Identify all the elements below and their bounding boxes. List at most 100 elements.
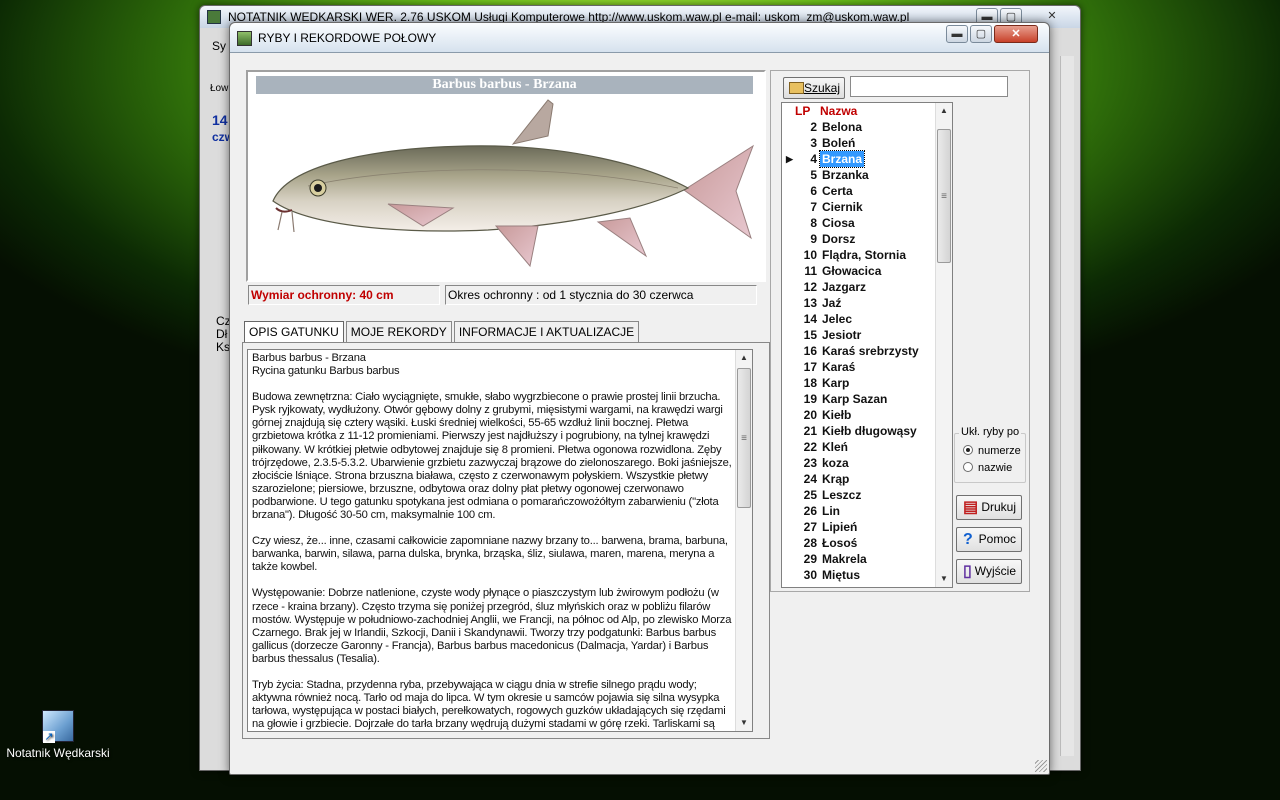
list-item-name: Makrela: [822, 552, 867, 566]
desktop-shortcut[interactable]: Notatnik Wędkarski: [2, 710, 114, 760]
scroll-up-icon[interactable]: ▲: [936, 103, 952, 119]
sort-legend: Ukł. ryby po: [959, 426, 1022, 438]
fish-illustration: [272, 99, 754, 268]
tab-bar: OPIS GATUNKU MOJE REKORDY INFORMACJE I A…: [244, 321, 641, 344]
sort-by-number-radio[interactable]: numerze: [963, 444, 1021, 458]
list-item[interactable]: 30 Miętus: [782, 567, 936, 583]
list-item[interactable]: 27 Lipień: [782, 519, 936, 535]
list-item-number: 21: [803, 424, 817, 438]
list-item-number: 17: [803, 360, 817, 374]
tab-info-updates[interactable]: INFORMACJE I AKTUALIZACJE: [453, 321, 640, 343]
tab-species-description[interactable]: OPIS GATUNKU: [244, 321, 344, 344]
list-item[interactable]: 22 Kleń: [782, 439, 936, 455]
list-item[interactable]: 3 Boleń: [782, 135, 936, 151]
list-item[interactable]: 25 Leszcz: [782, 487, 936, 503]
radio-checked-icon: [963, 445, 973, 455]
search-button[interactable]: Szukaj: [783, 77, 845, 99]
exit-button[interactable]: ▯ Wyjście: [956, 559, 1022, 584]
list-item-number: 10: [803, 248, 817, 262]
description-textbox[interactable]: Barbus barbus - Brzana Rycina gatunku Ba…: [247, 349, 753, 732]
scroll-up-icon[interactable]: ▲: [736, 350, 752, 366]
description-paragraph: Tryb życia: Stadna, przydenna ryba, prze…: [252, 678, 726, 731]
list-item-number: 14: [803, 312, 817, 326]
list-item[interactable]: 28 Łosoś: [782, 535, 936, 551]
list-item[interactable]: 26 Lin: [782, 503, 936, 519]
description-panel: Barbus barbus - Brzana Rycina gatunku Ba…: [242, 342, 770, 739]
scroll-down-icon[interactable]: ▼: [936, 571, 952, 587]
fish-list[interactable]: LP Nazwa ▲ ≡ ▼ 2 Belona 3 Boleń ▶ 4 Brzana 5 Brz…: [781, 102, 953, 588]
bg-toolbar-fragment[interactable]: Łow: [210, 83, 228, 94]
list-item[interactable]: 5 Brzanka: [782, 167, 936, 183]
list-item[interactable]: 20 Kiełb: [782, 407, 936, 423]
description-scrollbar[interactable]: ▲ ≡ ▼: [735, 350, 752, 731]
bg-label-fragment: Dł: [216, 327, 228, 341]
list-item-number: 12: [803, 280, 817, 294]
scroll-down-icon[interactable]: ▼: [736, 715, 752, 731]
list-item-name: Jaź: [822, 296, 842, 310]
list-item-name: Dorsz: [822, 232, 856, 246]
list-item-name: Boleń: [822, 136, 856, 150]
list-item[interactable]: 11 Głowacica: [782, 263, 936, 279]
header-lp: LP: [795, 104, 811, 118]
sort-by-name-radio[interactable]: nazwie: [963, 461, 1012, 475]
closed-season-label: Okres ochronny : od 1 stycznia do 30 cze…: [445, 285, 757, 305]
list-item[interactable]: 24 Krąp: [782, 471, 936, 487]
list-item[interactable]: 7 Ciernik: [782, 199, 936, 215]
list-item-number: 4: [810, 152, 817, 166]
resize-grip-icon[interactable]: [1035, 760, 1047, 772]
list-item-name: Łosoś: [822, 536, 858, 550]
fish-records-window[interactable]: RYBY I REKORDOWE POŁOWY ▬ ▢ ✕ Barbus bar…: [229, 22, 1050, 775]
scroll-thumb[interactable]: ≡: [737, 368, 751, 508]
window-titlebar: RYBY I REKORDOWE POŁOWY ▬ ▢ ✕: [230, 23, 1049, 53]
list-item[interactable]: 13 Jaź: [782, 295, 936, 311]
list-item-name: Ciernik: [822, 200, 863, 214]
list-item[interactable]: ▶ 4 Brzana: [782, 150, 936, 168]
list-item-name: Kiełb długowąsy: [822, 424, 917, 438]
list-item-name: Karaś: [822, 360, 856, 374]
exit-button-label: Wyjście: [974, 564, 1016, 578]
list-item[interactable]: 12 Jazgarz: [782, 279, 936, 295]
list-item[interactable]: 9 Dorsz: [782, 231, 936, 247]
list-item-number: 15: [803, 328, 817, 342]
list-item[interactable]: 2 Belona: [782, 119, 936, 135]
list-item-name: Lipień: [822, 520, 858, 534]
list-item-name: Jazgarz: [822, 280, 867, 294]
list-item[interactable]: 10 Flądra, Stornia: [782, 247, 936, 263]
list-item[interactable]: 23 koza: [782, 455, 936, 471]
scroll-thumb[interactable]: ≡: [937, 129, 951, 263]
window-title: RYBY I REKORDOWE POŁOWY: [258, 31, 437, 45]
list-item[interactable]: 29 Makrela: [782, 551, 936, 567]
list-item-number: 16: [803, 344, 817, 358]
list-item-name: Miętus: [822, 568, 861, 582]
close-button[interactable]: ✕: [994, 25, 1038, 43]
list-item-number: 27: [803, 520, 817, 534]
list-item[interactable]: 15 Jesiotr: [782, 327, 936, 343]
print-button[interactable]: ▤ Drukuj: [956, 495, 1022, 520]
bg-menu-fragment[interactable]: Sy: [212, 39, 226, 53]
help-icon: ?: [963, 531, 973, 548]
list-item[interactable]: 14 Jelec: [782, 311, 936, 327]
list-scrollbar[interactable]: ▲ ≡ ▼: [935, 103, 952, 587]
fish-list-panel: Szukaj LP Nazwa ▲ ≡ ▼ 2 Belona 3 Boleń ▶ 4 Brz…: [770, 70, 1030, 592]
list-item-number: 20: [803, 408, 817, 422]
list-item[interactable]: 16 Karaś srebrzysty: [782, 343, 936, 359]
bg-scrollbar[interactable]: [1060, 56, 1074, 756]
list-item[interactable]: 6 Certa: [782, 183, 936, 199]
radio-unchecked-icon: [963, 462, 973, 472]
help-button[interactable]: ? Pomoc: [956, 527, 1022, 552]
list-item-number: 5: [810, 168, 817, 182]
tab-my-records[interactable]: MOJE REKORDY: [345, 321, 452, 343]
list-item[interactable]: 8 Ciosa: [782, 215, 936, 231]
list-item[interactable]: 17 Karaś: [782, 359, 936, 375]
list-item[interactable]: 18 Karp: [782, 375, 936, 391]
list-item-number: 29: [803, 552, 817, 566]
maximize-button[interactable]: ▢: [970, 25, 992, 43]
list-item-number: 22: [803, 440, 817, 454]
list-item[interactable]: 21 Kiełb długowąsy: [782, 423, 936, 439]
header-name: Nazwa: [820, 104, 858, 118]
minimize-button[interactable]: ▬: [946, 25, 968, 43]
search-input[interactable]: [850, 76, 1008, 97]
list-item-name: Kleń: [822, 440, 849, 454]
list-item[interactable]: 19 Karp Sazan: [782, 391, 936, 407]
list-item-name: Brzanka: [822, 168, 869, 182]
